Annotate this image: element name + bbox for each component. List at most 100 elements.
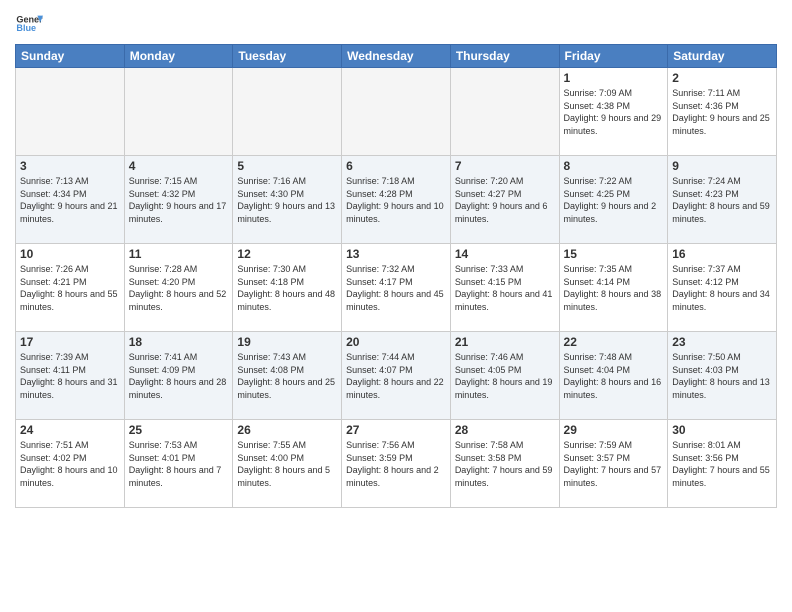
week-row-2: 10 Sunrise: 7:26 AMSunset: 4:21 PMDayligh… [16, 244, 777, 332]
day-cell-21: 21Sunrise: 7:46 AMSunset: 4:05 PMDayligh… [450, 332, 559, 420]
day-number: 24 [20, 423, 120, 437]
day-info: Sunrise: 7:09 AMSunset: 4:38 PMDaylight:… [564, 87, 664, 137]
day-number: 28 [455, 423, 555, 437]
day-number: 13 [346, 247, 446, 261]
day-cell-18: 18 Sunrise: 7:41 AMSunset: 4:09 PMDayligh… [124, 332, 233, 420]
weekday-tuesday: Tuesday [233, 45, 342, 68]
day-number: 12 [237, 247, 337, 261]
day-number: 10 [20, 247, 120, 261]
week-row-1: 3 Sunrise: 7:13 AMSunset: 4:34 PMDaylight… [16, 156, 777, 244]
day-cell-30: 30 Sunrise: 8:01 AMSunset: 3:56 PMDayligh… [668, 420, 777, 508]
day-info: Sunrise: 7:35 AMSunset: 4:14 PMDaylight:… [564, 263, 664, 313]
day-number: 1 [564, 71, 664, 85]
day-info: Sunrise: 7:15 AMSunset: 4:32 PMDaylight:… [129, 175, 229, 225]
day-number: 23 [672, 335, 772, 349]
day-info: Sunrise: 7:59 AMSunset: 3:57 PMDaylight:… [564, 439, 664, 489]
day-info: Sunrise: 7:13 AMSunset: 4:34 PMDaylight:… [20, 175, 120, 225]
header: General Blue [15, 10, 777, 38]
day-number: 11 [129, 247, 229, 261]
weekday-sunday: Sunday [16, 45, 125, 68]
logo: General Blue [15, 10, 43, 38]
day-info: Sunrise: 7:24 AMSunset: 4:23 PMDaylight:… [672, 175, 772, 225]
day-cell-22: 22 Sunrise: 7:48 AMSunset: 4:04 PMDayligh… [559, 332, 668, 420]
day-info: Sunrise: 7:30 AMSunset: 4:18 PMDaylight:… [237, 263, 337, 313]
day-info: Sunrise: 7:46 AMSunset: 4:05 PMDaylight:… [455, 351, 555, 401]
day-number: 30 [672, 423, 772, 437]
week-row-0: 1 Sunrise: 7:09 AMSunset: 4:38 PMDaylight… [16, 68, 777, 156]
day-info: Sunrise: 7:39 AMSunset: 4:11 PMDaylight:… [20, 351, 120, 401]
day-number: 6 [346, 159, 446, 173]
day-number: 16 [672, 247, 772, 261]
day-cell-15: 15Sunrise: 7:35 AMSunset: 4:14 PMDayligh… [559, 244, 668, 332]
day-cell-6: 6 Sunrise: 7:18 AMSunset: 4:28 PMDaylight… [342, 156, 451, 244]
day-info: Sunrise: 7:20 AMSunset: 4:27 PMDaylight:… [455, 175, 555, 225]
weekday-saturday: Saturday [668, 45, 777, 68]
day-number: 22 [564, 335, 664, 349]
day-cell-19: 19 Sunrise: 7:43 AMSunset: 4:08 PMDayligh… [233, 332, 342, 420]
day-cell-23: 23 Sunrise: 7:50 AMSunset: 4:03 PMDayligh… [668, 332, 777, 420]
day-cell-24: 24 Sunrise: 7:51 AMSunset: 4:02 PMDayligh… [16, 420, 125, 508]
day-cell-13: 13 Sunrise: 7:32 AMSunset: 4:17 PMDayligh… [342, 244, 451, 332]
day-number: 18 [129, 335, 229, 349]
weekday-header-row: SundayMondayTuesdayWednesdayThursdayFrid… [16, 45, 777, 68]
day-info: Sunrise: 7:33 AMSunset: 4:15 PMDaylight:… [455, 263, 555, 313]
day-cell-14: 14 Sunrise: 7:33 AMSunset: 4:15 PMDayligh… [450, 244, 559, 332]
day-info: Sunrise: 7:16 AMSunset: 4:30 PMDaylight:… [237, 175, 337, 225]
day-cell-28: 28 Sunrise: 7:58 AMSunset: 3:58 PMDayligh… [450, 420, 559, 508]
weekday-friday: Friday [559, 45, 668, 68]
day-number: 29 [564, 423, 664, 437]
day-cell-2: 2Sunrise: 7:11 AMSunset: 4:36 PMDaylight… [668, 68, 777, 156]
day-number: 26 [237, 423, 337, 437]
day-cell-26: 26 Sunrise: 7:55 AMSunset: 4:00 PMDayligh… [233, 420, 342, 508]
day-cell-12: 12 Sunrise: 7:30 AMSunset: 4:18 PMDayligh… [233, 244, 342, 332]
day-info: Sunrise: 7:22 AMSunset: 4:25 PMDaylight:… [564, 175, 664, 225]
day-cell-10: 10 Sunrise: 7:26 AMSunset: 4:21 PMDayligh… [16, 244, 125, 332]
day-cell-5: 5 Sunrise: 7:16 AMSunset: 4:30 PMDaylight… [233, 156, 342, 244]
day-info: Sunrise: 7:32 AMSunset: 4:17 PMDaylight:… [346, 263, 446, 313]
day-number: 5 [237, 159, 337, 173]
day-info: Sunrise: 7:58 AMSunset: 3:58 PMDaylight:… [455, 439, 555, 489]
day-number: 25 [129, 423, 229, 437]
day-cell-20: 20 Sunrise: 7:44 AMSunset: 4:07 PMDayligh… [342, 332, 451, 420]
day-info: Sunrise: 7:56 AMSunset: 3:59 PMDaylight:… [346, 439, 446, 489]
day-info: Sunrise: 7:55 AMSunset: 4:00 PMDaylight:… [237, 439, 337, 489]
day-info: Sunrise: 7:50 AMSunset: 4:03 PMDaylight:… [672, 351, 772, 401]
day-cell-27: 27 Sunrise: 7:56 AMSunset: 3:59 PMDayligh… [342, 420, 451, 508]
day-cell-17: 17Sunrise: 7:39 AMSunset: 4:11 PMDayligh… [16, 332, 125, 420]
svg-text:Blue: Blue [16, 23, 36, 33]
logo-icon: General Blue [15, 10, 43, 38]
day-number: 20 [346, 335, 446, 349]
day-info: Sunrise: 7:44 AMSunset: 4:07 PMDaylight:… [346, 351, 446, 401]
calendar: SundayMondayTuesdayWednesdayThursdayFrid… [15, 44, 777, 508]
day-cell-29: 29 Sunrise: 7:59 AMSunset: 3:57 PMDayligh… [559, 420, 668, 508]
empty-cell [124, 68, 233, 156]
day-number: 8 [564, 159, 664, 173]
day-info: Sunrise: 7:53 AMSunset: 4:01 PMDaylight:… [129, 439, 229, 489]
day-info: Sunrise: 7:48 AMSunset: 4:04 PMDaylight:… [564, 351, 664, 401]
day-cell-3: 3 Sunrise: 7:13 AMSunset: 4:34 PMDaylight… [16, 156, 125, 244]
week-row-3: 17Sunrise: 7:39 AMSunset: 4:11 PMDayligh… [16, 332, 777, 420]
day-number: 14 [455, 247, 555, 261]
day-number: 3 [20, 159, 120, 173]
day-cell-8: 8 Sunrise: 7:22 AMSunset: 4:25 PMDaylight… [559, 156, 668, 244]
day-cell-7: 7 Sunrise: 7:20 AMSunset: 4:27 PMDaylight… [450, 156, 559, 244]
day-info: Sunrise: 8:01 AMSunset: 3:56 PMDaylight:… [672, 439, 772, 489]
day-info: Sunrise: 7:26 AMSunset: 4:21 PMDaylight:… [20, 263, 120, 313]
page: General Blue SundayMondayTuesdayWednesda… [0, 0, 792, 612]
day-info: Sunrise: 7:43 AMSunset: 4:08 PMDaylight:… [237, 351, 337, 401]
day-number: 19 [237, 335, 337, 349]
empty-cell [16, 68, 125, 156]
day-number: 7 [455, 159, 555, 173]
weekday-wednesday: Wednesday [342, 45, 451, 68]
day-cell-16: 16 Sunrise: 7:37 AMSunset: 4:12 PMDayligh… [668, 244, 777, 332]
day-info: Sunrise: 7:18 AMSunset: 4:28 PMDaylight:… [346, 175, 446, 225]
weekday-thursday: Thursday [450, 45, 559, 68]
day-cell-1: 1 Sunrise: 7:09 AMSunset: 4:38 PMDaylight… [559, 68, 668, 156]
empty-cell [450, 68, 559, 156]
day-info: Sunrise: 7:51 AMSunset: 4:02 PMDaylight:… [20, 439, 120, 489]
day-info: Sunrise: 7:37 AMSunset: 4:12 PMDaylight:… [672, 263, 772, 313]
day-cell-25: 25 Sunrise: 7:53 AMSunset: 4:01 PMDayligh… [124, 420, 233, 508]
day-info: Sunrise: 7:41 AMSunset: 4:09 PMDaylight:… [129, 351, 229, 401]
day-cell-11: 11Sunrise: 7:28 AMSunset: 4:20 PMDayligh… [124, 244, 233, 332]
day-number: 27 [346, 423, 446, 437]
